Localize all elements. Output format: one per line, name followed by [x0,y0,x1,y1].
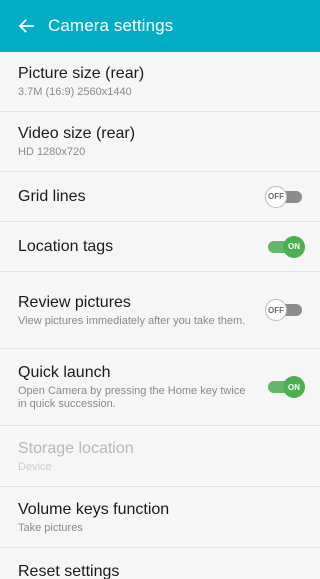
setting-grid-lines[interactable]: Grid lines OFF [0,172,320,222]
setting-subtitle: 3.7M (16:9) 2560x1440 [18,86,132,98]
setting-subtitle: View pictures immediately after you take… [18,314,246,327]
setting-text: Grid lines [18,187,268,207]
setting-title: Reset settings [18,563,120,579]
setting-subtitle: HD 1280x720 [18,146,86,158]
toggle-knob: ON [283,235,305,258]
setting-text: Picture size (rear) 3.7M (16:9) 2560x144… [18,64,302,99]
camera-settings-screen: Camera settings Picture size (rear) 3.7M… [0,0,320,579]
review-pictures-toggle[interactable]: OFF [265,299,302,321]
setting-title: Video size (rear) [18,125,136,142]
setting-text: Storage location Device [18,439,302,474]
setting-text: Quick launch Open Camera by pressing the… [18,363,268,411]
toggle-knob: OFF [265,299,287,321]
quick-launch-toggle[interactable]: ON [268,376,305,398]
setting-location-tags[interactable]: Location tags ON [0,222,320,272]
settings-list: Picture size (rear) 3.7M (16:9) 2560x144… [0,52,320,579]
setting-title: Volume keys function [18,500,170,518]
toggle-knob: ON [283,376,305,398]
setting-review-pictures[interactable]: Review pictures View pictures immediatel… [0,272,320,349]
setting-video-size-rear[interactable]: Video size (rear) HD 1280x720 [0,112,320,172]
setting-subtitle: Open Camera by pressing the Home key twi… [18,385,246,410]
setting-title: Grid lines [18,187,86,205]
setting-quick-launch[interactable]: Quick launch Open Camera by pressing the… [0,349,320,426]
setting-subtitle: Device [18,460,52,473]
setting-title: Review pictures [18,293,131,311]
app-bar: Camera settings [0,0,320,52]
setting-title: Quick launch [18,364,111,381]
setting-reset-settings[interactable]: Reset settings [0,548,320,579]
setting-text: Volume keys function Take pictures [18,500,302,535]
setting-text: Location tags [18,237,268,257]
setting-title: Location tags [18,237,114,255]
setting-text: Review pictures View pictures immediatel… [18,293,268,328]
page-title: Camera settings [48,16,174,35]
setting-title: Storage location [18,439,134,457]
setting-text: Video size (rear) HD 1280x720 [18,124,302,159]
setting-volume-keys-function[interactable]: Volume keys function Take pictures [0,487,320,548]
toggle-knob: OFF [265,185,287,208]
setting-subtitle: Take pictures [18,521,83,534]
setting-picture-size-rear[interactable]: Picture size (rear) 3.7M (16:9) 2560x144… [0,52,320,112]
setting-storage-location: Storage location Device [0,426,320,487]
back-button[interactable] [14,14,38,38]
location-tags-toggle[interactable]: ON [268,235,305,258]
grid-lines-toggle[interactable]: OFF [265,185,302,208]
back-arrow-icon [18,19,34,33]
setting-title: Picture size (rear) [18,65,145,82]
